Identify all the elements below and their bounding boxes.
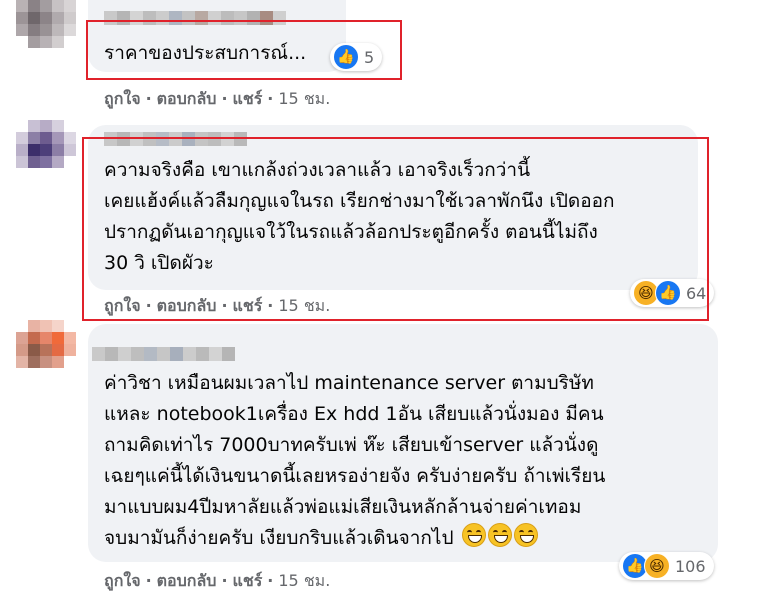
- avatar[interactable]: [16, 320, 76, 380]
- comment-actions: ถูกใจ · ตอบกลับ · แชร์ · 15 ชม.: [104, 571, 331, 590]
- timestamp[interactable]: 15 ชม.: [278, 296, 330, 315]
- reaction-count: 106: [675, 556, 706, 576]
- grinning-emoji-icon: [513, 523, 538, 547]
- share-link[interactable]: แชร์: [233, 89, 263, 108]
- comment-text-content: ค่าวิชา เหมือนผมเวลาไป maintenance serve…: [104, 372, 606, 549]
- grinning-emoji-icon: [461, 523, 486, 547]
- avatar[interactable]: [16, 0, 76, 60]
- haha-reaction-icon: 😆: [644, 553, 670, 579]
- reply-link[interactable]: ตอบกลับ: [157, 89, 217, 108]
- like-link[interactable]: ถูกใจ: [104, 296, 141, 315]
- comment-actions: ถูกใจ · ตอบกลับ · แชร์ · 15 ชม.: [104, 89, 331, 108]
- grinning-emoji-icon: [487, 523, 512, 547]
- timestamp[interactable]: 15 ชม.: [278, 571, 330, 590]
- commenter-name-redacted[interactable]: [92, 347, 235, 361]
- comment-actions: ถูกใจ · ตอบกลับ · แชร์ · 15 ชม.: [104, 296, 331, 315]
- share-link[interactable]: แชร์: [233, 571, 263, 590]
- reply-link[interactable]: ตอบกลับ: [157, 296, 217, 315]
- like-link[interactable]: ถูกใจ: [104, 571, 141, 590]
- timestamp[interactable]: 15 ชม.: [278, 89, 330, 108]
- share-link[interactable]: แชร์: [233, 296, 263, 315]
- comment-text: ค่าวิชา เหมือนผมเวลาไป maintenance serve…: [104, 368, 605, 554]
- like-link[interactable]: ถูกใจ: [104, 89, 141, 108]
- highlight-box: [86, 20, 402, 80]
- reply-link[interactable]: ตอบกลับ: [157, 571, 217, 590]
- avatar[interactable]: [16, 120, 76, 180]
- reaction-summary[interactable]: 👍 😆 106: [619, 552, 714, 580]
